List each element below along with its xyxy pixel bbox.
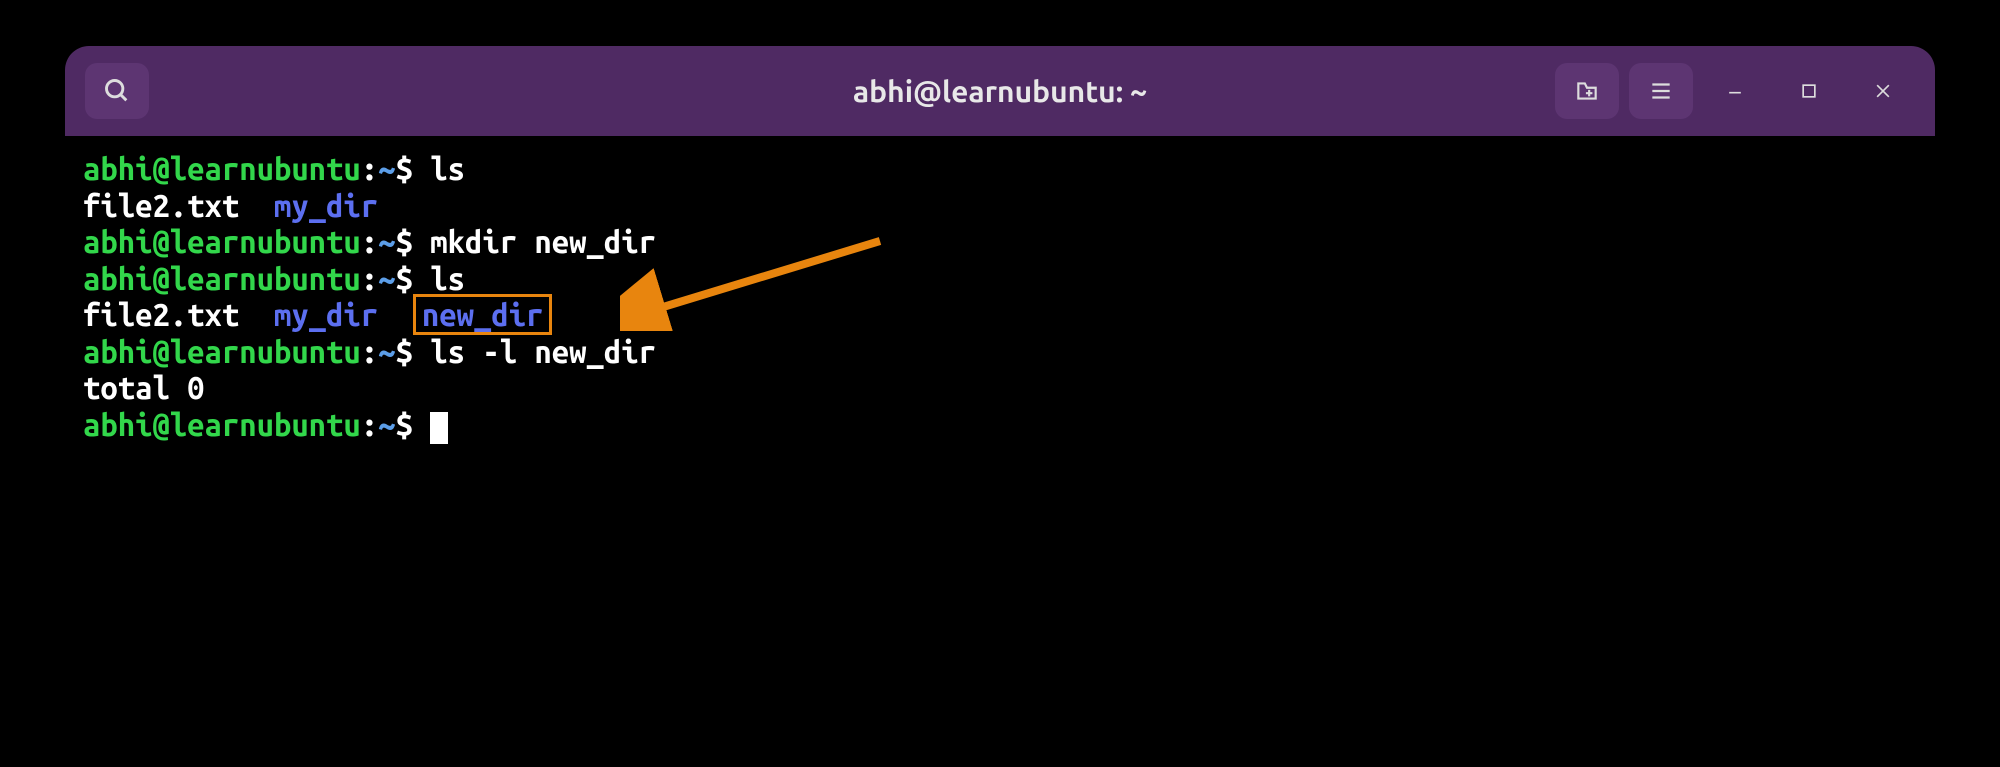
prompt-user: abhi@learnubuntu: [83, 261, 361, 296]
prompt-colon: :: [361, 224, 378, 259]
titlebar-controls: [1555, 63, 1915, 119]
terminal-line: abhi@learnubuntu:~$ ls -l new_dir: [83, 334, 1917, 371]
dir-listing: my_dir: [274, 297, 378, 332]
search-button[interactable]: [85, 63, 149, 119]
prompt-path: ~: [378, 407, 395, 442]
new-tab-button[interactable]: [1555, 63, 1619, 119]
prompt-colon: :: [361, 407, 378, 442]
minimize-icon: [1725, 81, 1745, 101]
prompt-dollar: $: [396, 151, 413, 186]
terminal-line: file2.txt my_dir new_dir: [83, 297, 1917, 334]
command-text: ls: [430, 261, 465, 296]
file-listing: file2.txt: [83, 188, 239, 223]
command-text: mkdir new_dir: [430, 224, 656, 259]
prompt-path: ~: [378, 334, 395, 369]
minimize-button[interactable]: [1703, 63, 1767, 119]
terminal-line: total 0: [83, 370, 1917, 407]
window-title: abhi@learnubuntu: ~: [853, 74, 1147, 108]
prompt-dollar: $: [396, 407, 413, 442]
prompt-path: ~: [378, 151, 395, 186]
annotation-highlight-box: new_dir: [413, 294, 553, 335]
new-tab-icon: [1574, 78, 1600, 104]
file-listing: file2.txt: [83, 297, 239, 332]
hamburger-icon: [1648, 78, 1674, 104]
prompt-dollar: $: [396, 261, 413, 296]
command-text: ls -l new_dir: [430, 334, 656, 369]
prompt-user: abhi@learnubuntu: [83, 334, 361, 369]
terminal-line: abhi@learnubuntu:~$ mkdir new_dir: [83, 224, 1917, 261]
prompt-dollar: $: [396, 224, 413, 259]
terminal-window: abhi@learnubuntu: ~: [65, 46, 1935, 721]
terminal-line: abhi@learnubuntu:~$: [83, 407, 1917, 444]
menu-button[interactable]: [1629, 63, 1693, 119]
prompt-colon: :: [361, 151, 378, 186]
terminal-body[interactable]: abhi@learnubuntu:~$ ls file2.txt my_dir …: [65, 136, 1935, 459]
terminal-line: file2.txt my_dir: [83, 188, 1917, 225]
prompt-user: abhi@learnubuntu: [83, 407, 361, 442]
maximize-button[interactable]: [1777, 63, 1841, 119]
cursor: [430, 412, 448, 444]
titlebar: abhi@learnubuntu: ~: [65, 46, 1935, 136]
output-text: total 0: [83, 370, 205, 405]
dir-listing: new_dir: [422, 297, 544, 332]
command-text: ls: [430, 151, 465, 186]
prompt-path: ~: [378, 261, 395, 296]
terminal-line: abhi@learnubuntu:~$ ls: [83, 261, 1917, 298]
close-button[interactable]: [1851, 63, 1915, 119]
prompt-colon: :: [361, 334, 378, 369]
prompt-user: abhi@learnubuntu: [83, 224, 361, 259]
prompt-dollar: $: [396, 334, 413, 369]
close-icon: [1873, 81, 1893, 101]
terminal-line: abhi@learnubuntu:~$ ls: [83, 151, 1917, 188]
search-icon: [103, 77, 131, 105]
prompt-colon: :: [361, 261, 378, 296]
prompt-path: ~: [378, 224, 395, 259]
dir-listing: my_dir: [274, 188, 378, 223]
prompt-user: abhi@learnubuntu: [83, 151, 361, 186]
maximize-icon: [1799, 81, 1819, 101]
